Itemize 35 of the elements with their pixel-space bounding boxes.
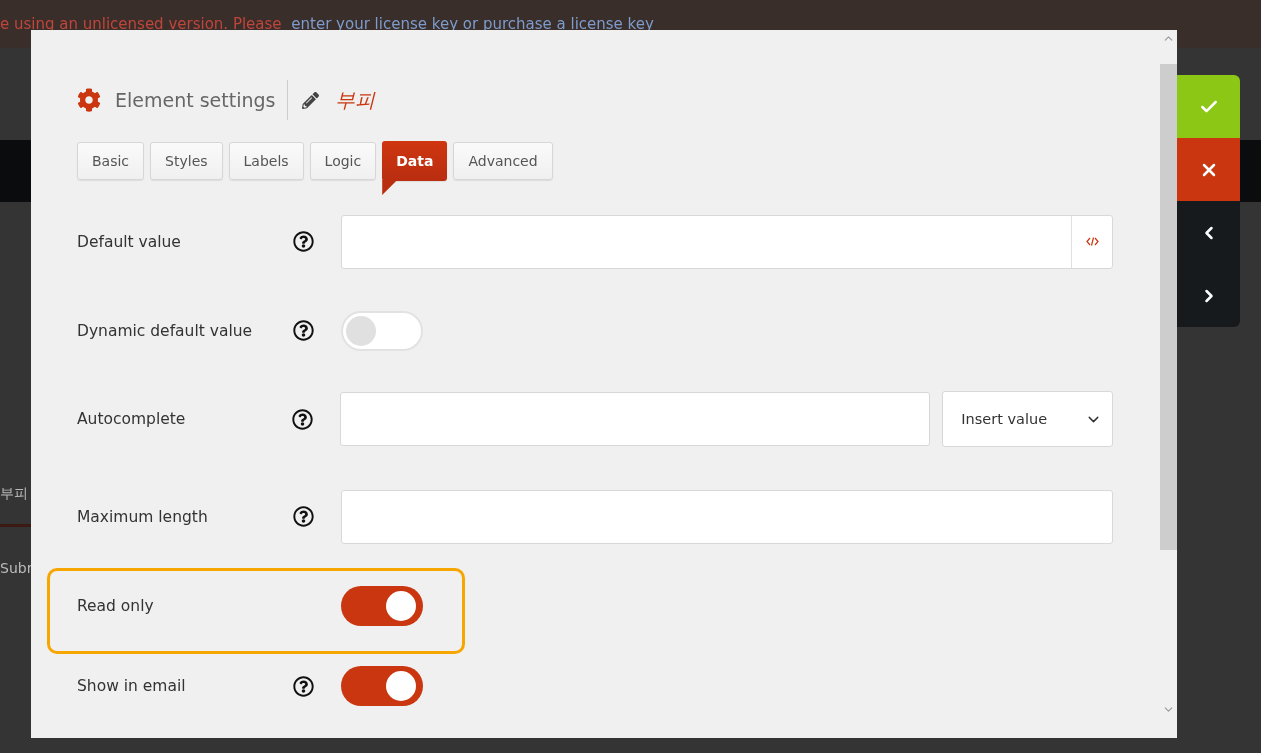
help-icon[interactable] (292, 408, 314, 430)
settings-icon (77, 88, 101, 112)
pencil-icon (302, 91, 320, 109)
input-field[interactable] (341, 489, 1113, 544)
help-icon[interactable] (293, 675, 314, 697)
tab[interactable]: Advanced (453, 142, 553, 180)
confirm-button[interactable] (1177, 75, 1240, 138)
input-field[interactable] (340, 392, 931, 446)
input-field[interactable] (341, 214, 1113, 269)
next-button[interactable] (1177, 264, 1240, 327)
field-label: Show in email (77, 677, 187, 695)
background-text: Subr (0, 560, 33, 576)
toggle-switch[interactable] (341, 310, 423, 351)
insert-value-select[interactable]: Insert value (942, 391, 1113, 447)
cancel-button[interactable] (1177, 138, 1240, 201)
help-icon[interactable] (293, 506, 314, 527)
background-text: 부피 (0, 485, 28, 503)
tab[interactable]: Styles (150, 142, 223, 180)
tab[interactable]: Logic (309, 142, 377, 180)
tab[interactable]: Basic (77, 142, 145, 180)
toggle-switch[interactable] (341, 585, 423, 626)
help-icon[interactable] (293, 231, 314, 252)
field-label: Dynamic default value (77, 321, 254, 340)
element-name: 부피 (335, 86, 376, 114)
toggle-switch[interactable] (341, 666, 423, 706)
previous-button[interactable] (1177, 201, 1240, 264)
license-warning: e using an unlicensed version. Please (0, 15, 283, 33)
field-label: Autocomplete (77, 410, 187, 428)
code-icon (1085, 236, 1099, 247)
field-label: Default value (77, 232, 182, 251)
field-label: Read only (77, 596, 155, 615)
field-label: Maximum length (77, 507, 209, 526)
dialog-title: Element settings (115, 89, 276, 111)
tab[interactable]: Labels (228, 142, 304, 180)
help-icon[interactable] (293, 320, 314, 341)
